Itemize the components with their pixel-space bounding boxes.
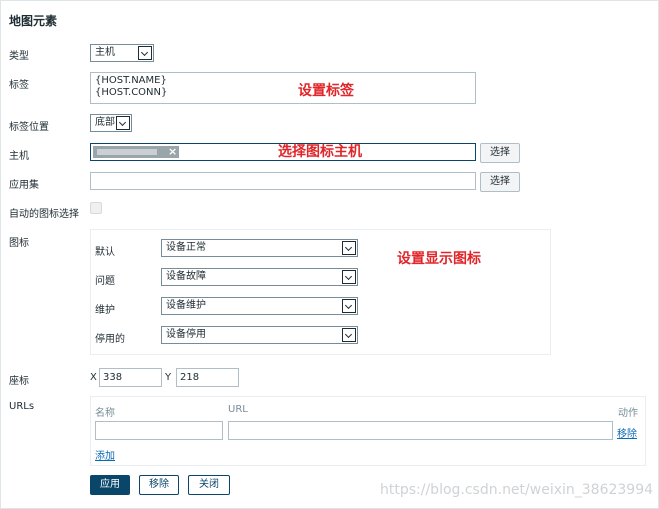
- host-select-button[interactable]: 选择: [480, 143, 520, 163]
- tag-position-label: 标签位置: [9, 122, 49, 133]
- urls-label: URLs: [9, 401, 35, 412]
- chevron-down-icon: [342, 270, 356, 284]
- url-remove-link[interactable]: 移除: [617, 425, 637, 440]
- tag-textarea[interactable]: {HOST.NAME} {HOST.CONN}: [90, 72, 476, 104]
- icon-problem-select[interactable]: 设备故障: [161, 268, 358, 286]
- tag-line-1: {HOST.NAME}: [95, 75, 167, 86]
- type-select-value: 主机: [95, 47, 115, 58]
- tag-position-value: 底部: [95, 117, 115, 128]
- annotation-set-label: 设置标签: [298, 83, 354, 99]
- type-select[interactable]: 主机: [90, 44, 154, 62]
- chevron-down-icon: [342, 328, 356, 342]
- close-button[interactable]: 关闭: [188, 475, 230, 495]
- apply-button[interactable]: 应用: [90, 475, 130, 495]
- icon-row-label: 默认: [95, 247, 115, 258]
- icon-default-select[interactable]: 设备正常: [161, 239, 358, 257]
- icon-row-label: 维护: [95, 305, 115, 316]
- auto-icon-label: 自动的图标选择: [9, 209, 79, 220]
- coord-y-label: Y: [165, 372, 172, 383]
- chevron-down-icon: [138, 46, 152, 60]
- coord-x-input[interactable]: 338: [99, 368, 162, 387]
- icon-maintenance-select[interactable]: 设备维护: [161, 297, 358, 315]
- chevron-down-icon: [116, 116, 130, 130]
- auto-icon-checkbox[interactable]: [90, 202, 102, 214]
- url-name-input[interactable]: [95, 421, 223, 440]
- coord-y-input[interactable]: 218: [176, 368, 239, 387]
- type-label: 类型: [9, 51, 29, 62]
- url-add-link[interactable]: 添加: [95, 447, 115, 462]
- chevron-down-icon: [342, 241, 356, 255]
- chevron-down-icon: [342, 299, 356, 313]
- watermark: https://blog.csdn.net/weixin_38623994: [380, 482, 654, 498]
- app-set-input[interactable]: [90, 172, 476, 190]
- host-label: 主机: [9, 151, 29, 162]
- url-value-input[interactable]: [228, 421, 613, 440]
- urls-col-name: 名称: [95, 408, 115, 419]
- icon-disabled-select[interactable]: 设备停用: [161, 326, 358, 344]
- urls-col-action: 动作: [618, 408, 638, 419]
- icons-label: 图标: [9, 238, 29, 249]
- close-icon[interactable]: ×: [168, 145, 177, 158]
- tag-position-select[interactable]: 底部: [90, 114, 132, 132]
- app-set-label: 应用集: [9, 180, 39, 191]
- host-chip[interactable]: ×: [93, 145, 179, 158]
- tag-label: 标签: [9, 80, 29, 91]
- tag-line-2: {HOST.CONN}: [95, 87, 168, 98]
- icon-row-label: 问题: [95, 276, 115, 287]
- form-title: 地图元素: [9, 14, 58, 28]
- remove-button[interactable]: 移除: [139, 475, 179, 495]
- urls-col-url: URL: [228, 404, 248, 415]
- app-set-select-button[interactable]: 选择: [480, 172, 520, 192]
- host-chip-blurred-name: [97, 149, 157, 155]
- coord-x-label: X: [90, 372, 97, 383]
- annotation-select-host: 选择图标主机: [278, 144, 362, 160]
- coords-label: 座标: [9, 376, 29, 387]
- icon-row-label: 停用的: [95, 334, 125, 345]
- annotation-set-icon: 设置显示图标: [397, 251, 481, 267]
